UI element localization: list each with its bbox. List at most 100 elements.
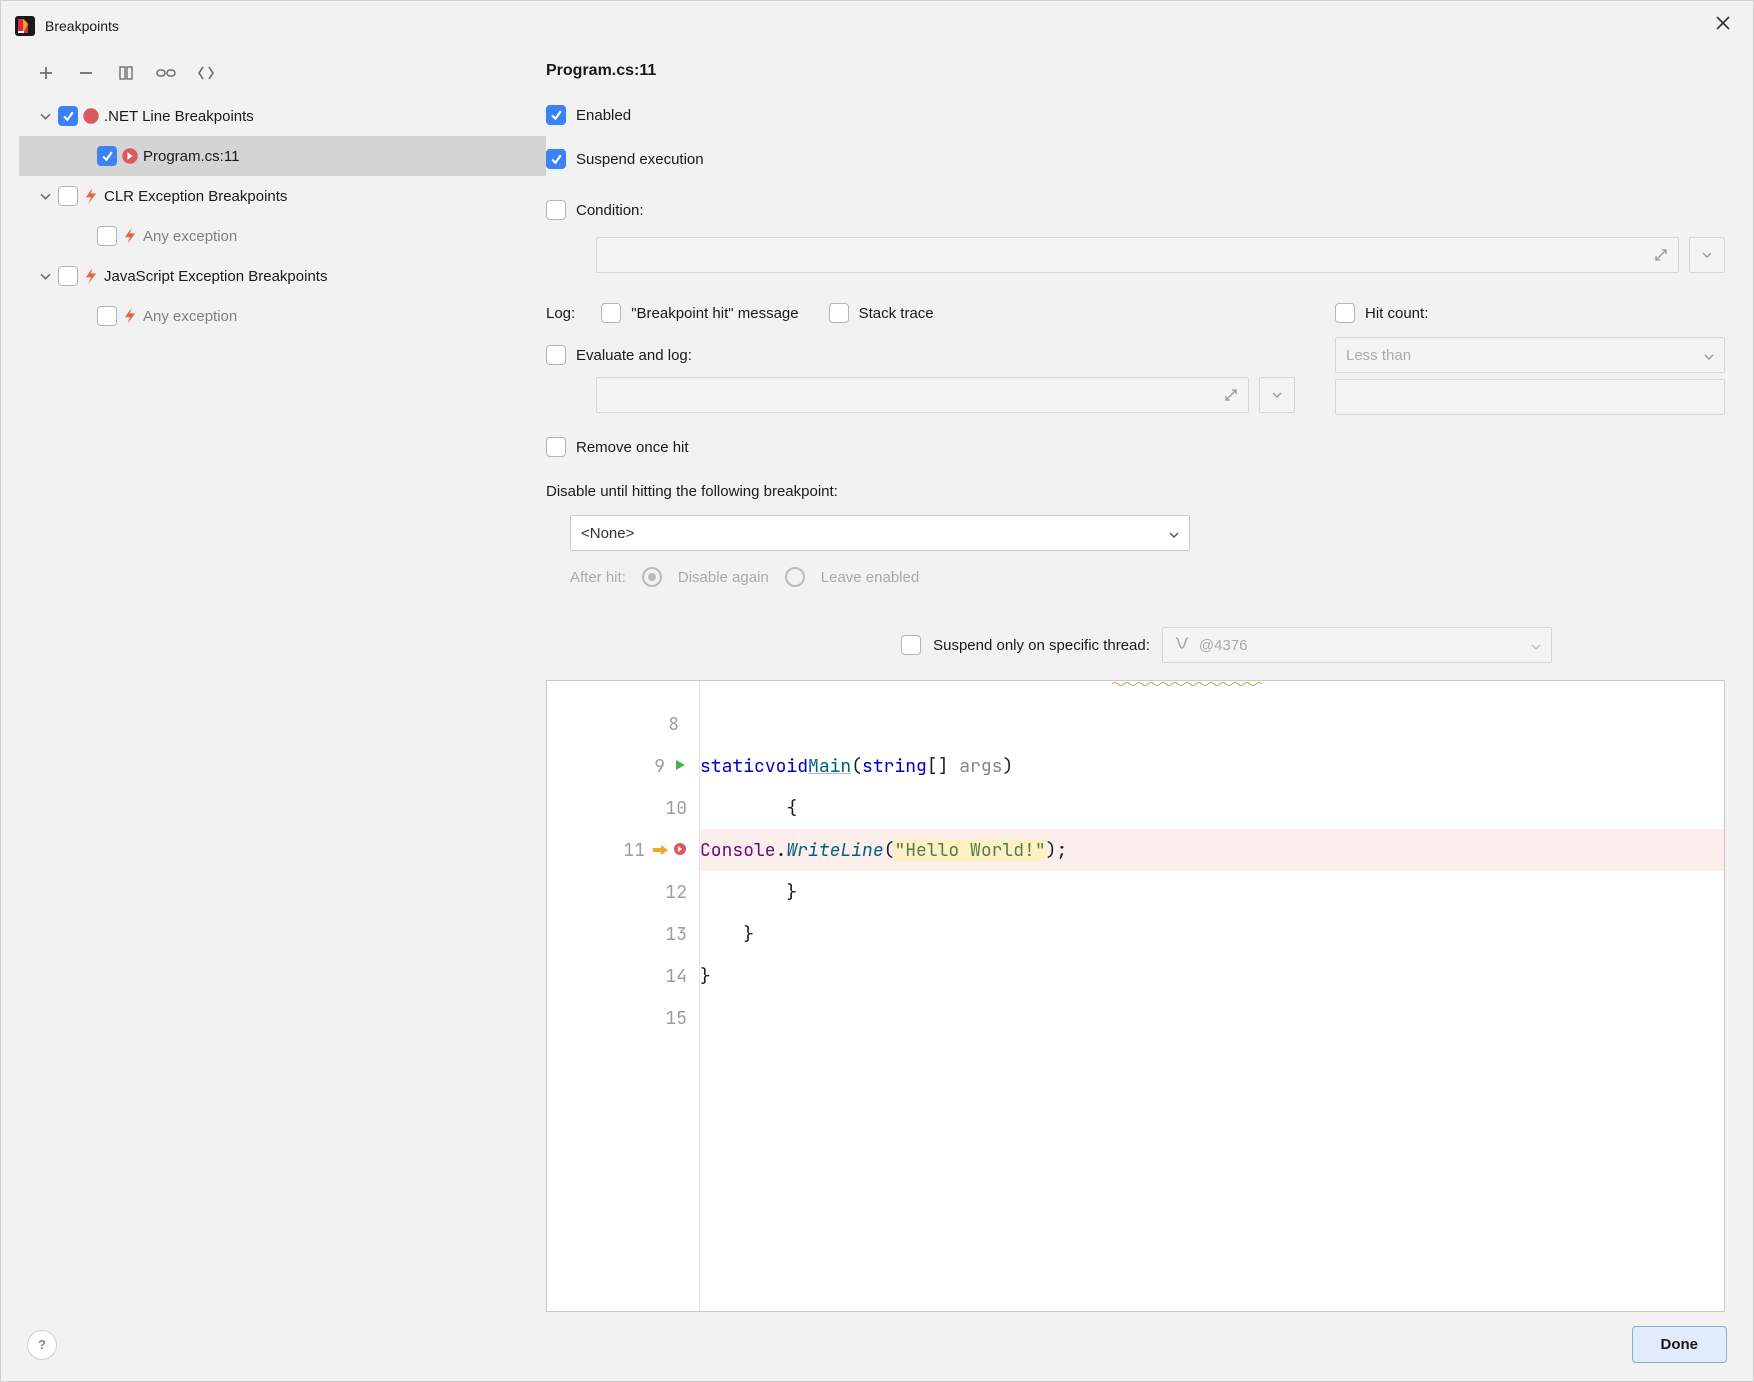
log-label: Log: <box>546 305 575 322</box>
thread-icon <box>1173 635 1189 655</box>
add-breakpoint-button[interactable] <box>35 62 57 84</box>
titlebar: Breakpoints <box>1 1 1753 50</box>
thread-value: @4376 <box>1199 637 1248 654</box>
detail-title: Program.cs:11 <box>546 62 1725 94</box>
group-checkbox[interactable] <box>58 266 78 286</box>
disable-until-combo[interactable]: <None> <box>570 515 1190 551</box>
tree-group-label: .NET Line Breakpoints <box>104 108 254 125</box>
code-preview[interactable]: 8 9 10 11 12 13 14 15 static void Main(s… <box>546 680 1725 1312</box>
breakpoint-icon <box>82 107 100 125</box>
tree-group[interactable]: JavaScript Exception Breakpoints <box>19 256 546 296</box>
hit-count-label: Hit count: <box>1365 305 1428 322</box>
disable-again-label: Disable again <box>678 569 769 586</box>
tree-group-label: CLR Exception Breakpoints <box>104 188 287 205</box>
tree-item[interactable]: Any exception <box>19 216 546 256</box>
log-hit-checkbox[interactable] <box>601 303 621 323</box>
hit-count-checkbox[interactable] <box>1335 303 1355 323</box>
content-area: .NET Line Breakpoints Program.cs:11 CLR … <box>1 50 1753 1312</box>
chevron-down-icon[interactable] <box>36 107 54 125</box>
hit-count-op-combo[interactable]: Less than <box>1335 337 1725 373</box>
chevron-down-icon[interactable] <box>36 187 54 205</box>
detail-pane: Program.cs:11 Enabled Suspend execution … <box>546 50 1753 1312</box>
detail-form: Enabled Suspend execution Condition: <box>546 94 1725 666</box>
evaluate-log-field[interactable] <box>596 377 1249 413</box>
exception-icon <box>82 187 100 205</box>
stack-trace-checkbox[interactable] <box>829 303 849 323</box>
tree-item-label: Program.cs:11 <box>143 148 239 165</box>
item-checkbox[interactable] <box>97 226 117 246</box>
tree-item[interactable]: Program.cs:11 <box>19 136 546 176</box>
tree-group[interactable]: .NET Line Breakpoints <box>19 96 546 136</box>
item-checkbox[interactable] <box>97 306 117 326</box>
tree-group[interactable]: CLR Exception Breakpoints <box>19 176 546 216</box>
line-number: 12 <box>655 881 687 904</box>
done-button[interactable]: Done <box>1632 1326 1728 1363</box>
suspend-thread-label: Suspend only on specific thread: <box>933 637 1150 654</box>
expand-icon[interactable] <box>1654 248 1668 262</box>
breakpoint-hit-icon <box>121 147 139 165</box>
condition-label: Condition: <box>576 202 644 219</box>
thread-combo[interactable]: @4376 <box>1162 627 1552 663</box>
line-number: 14 <box>655 965 687 988</box>
evaluate-log-label: Evaluate and log: <box>576 347 692 364</box>
gutter: 8 9 10 11 12 13 14 15 <box>547 681 699 1311</box>
leave-enabled-radio[interactable] <box>785 567 805 587</box>
line-number: 15 <box>655 1007 687 1030</box>
link-button[interactable] <box>155 62 177 84</box>
view-source-button[interactable] <box>195 62 217 84</box>
tree-group-label: JavaScript Exception Breakpoints <box>104 268 327 285</box>
disable-again-radio[interactable] <box>642 567 662 587</box>
group-checkbox[interactable] <box>58 106 78 126</box>
line-number: 9 <box>633 755 665 778</box>
rider-app-icon <box>15 16 35 36</box>
breakpoints-dialog: Breakpoints .NET Line Breakpoints <box>0 0 1754 1382</box>
leave-enabled-label: Leave enabled <box>821 569 919 586</box>
remove-once-hit-checkbox[interactable] <box>546 437 566 457</box>
after-hit-label: After hit: <box>570 569 626 586</box>
run-icon[interactable] <box>673 755 687 778</box>
line-number: 11 <box>613 839 645 862</box>
tree-item[interactable]: Any exception <box>19 296 546 336</box>
dialog-footer: ? Done <box>1 1312 1753 1381</box>
line-number: 13 <box>655 923 687 946</box>
breakpoints-tree[interactable]: .NET Line Breakpoints Program.cs:11 CLR … <box>1 96 546 1312</box>
disable-until-label: Disable until hitting the following brea… <box>546 483 838 500</box>
exception-icon <box>82 267 100 285</box>
chevron-down-icon <box>1169 525 1179 542</box>
execution-pointer-icon <box>653 839 669 862</box>
evaluate-log-checkbox[interactable] <box>546 345 566 365</box>
line-number: 8 <box>647 713 679 736</box>
tree-toolbar <box>1 50 546 96</box>
suspend-checkbox[interactable] <box>546 149 566 169</box>
chevron-down-icon[interactable] <box>36 267 54 285</box>
suspend-label: Suspend execution <box>576 151 704 168</box>
exception-icon <box>121 307 139 325</box>
hit-count-value-field[interactable] <box>1335 379 1725 415</box>
suspend-thread-checkbox[interactable] <box>901 635 921 655</box>
group-checkbox[interactable] <box>58 186 78 206</box>
stack-trace-label: Stack trace <box>859 305 934 322</box>
group-by-button[interactable] <box>115 62 137 84</box>
log-hit-label: "Breakpoint hit" message <box>631 305 798 322</box>
remove-once-hit-label: Remove once hit <box>576 439 689 456</box>
condition-checkbox[interactable] <box>546 200 566 220</box>
enabled-label: Enabled <box>576 107 631 124</box>
enabled-checkbox[interactable] <box>546 105 566 125</box>
close-button[interactable] <box>1707 10 1739 41</box>
code-body[interactable]: static void Main(string[] args) { Consol… <box>699 681 1724 1311</box>
breakpoint-hit-icon[interactable] <box>673 839 687 862</box>
disable-until-value: <None> <box>581 525 634 542</box>
evaluate-log-history-button[interactable] <box>1259 377 1295 413</box>
expand-icon[interactable] <box>1224 388 1238 402</box>
condition-field[interactable] <box>596 237 1679 273</box>
window-title: Breakpoints <box>45 18 1697 34</box>
chevron-down-icon <box>1704 347 1714 364</box>
chevron-down-icon <box>1531 637 1541 654</box>
tree-item-label: Any exception <box>143 308 237 325</box>
help-button[interactable]: ? <box>27 1330 57 1360</box>
condition-history-button[interactable] <box>1689 237 1725 273</box>
tree-item-label: Any exception <box>143 228 237 245</box>
breakpoints-tree-pane: .NET Line Breakpoints Program.cs:11 CLR … <box>1 50 546 1312</box>
remove-breakpoint-button[interactable] <box>75 62 97 84</box>
item-checkbox[interactable] <box>97 146 117 166</box>
